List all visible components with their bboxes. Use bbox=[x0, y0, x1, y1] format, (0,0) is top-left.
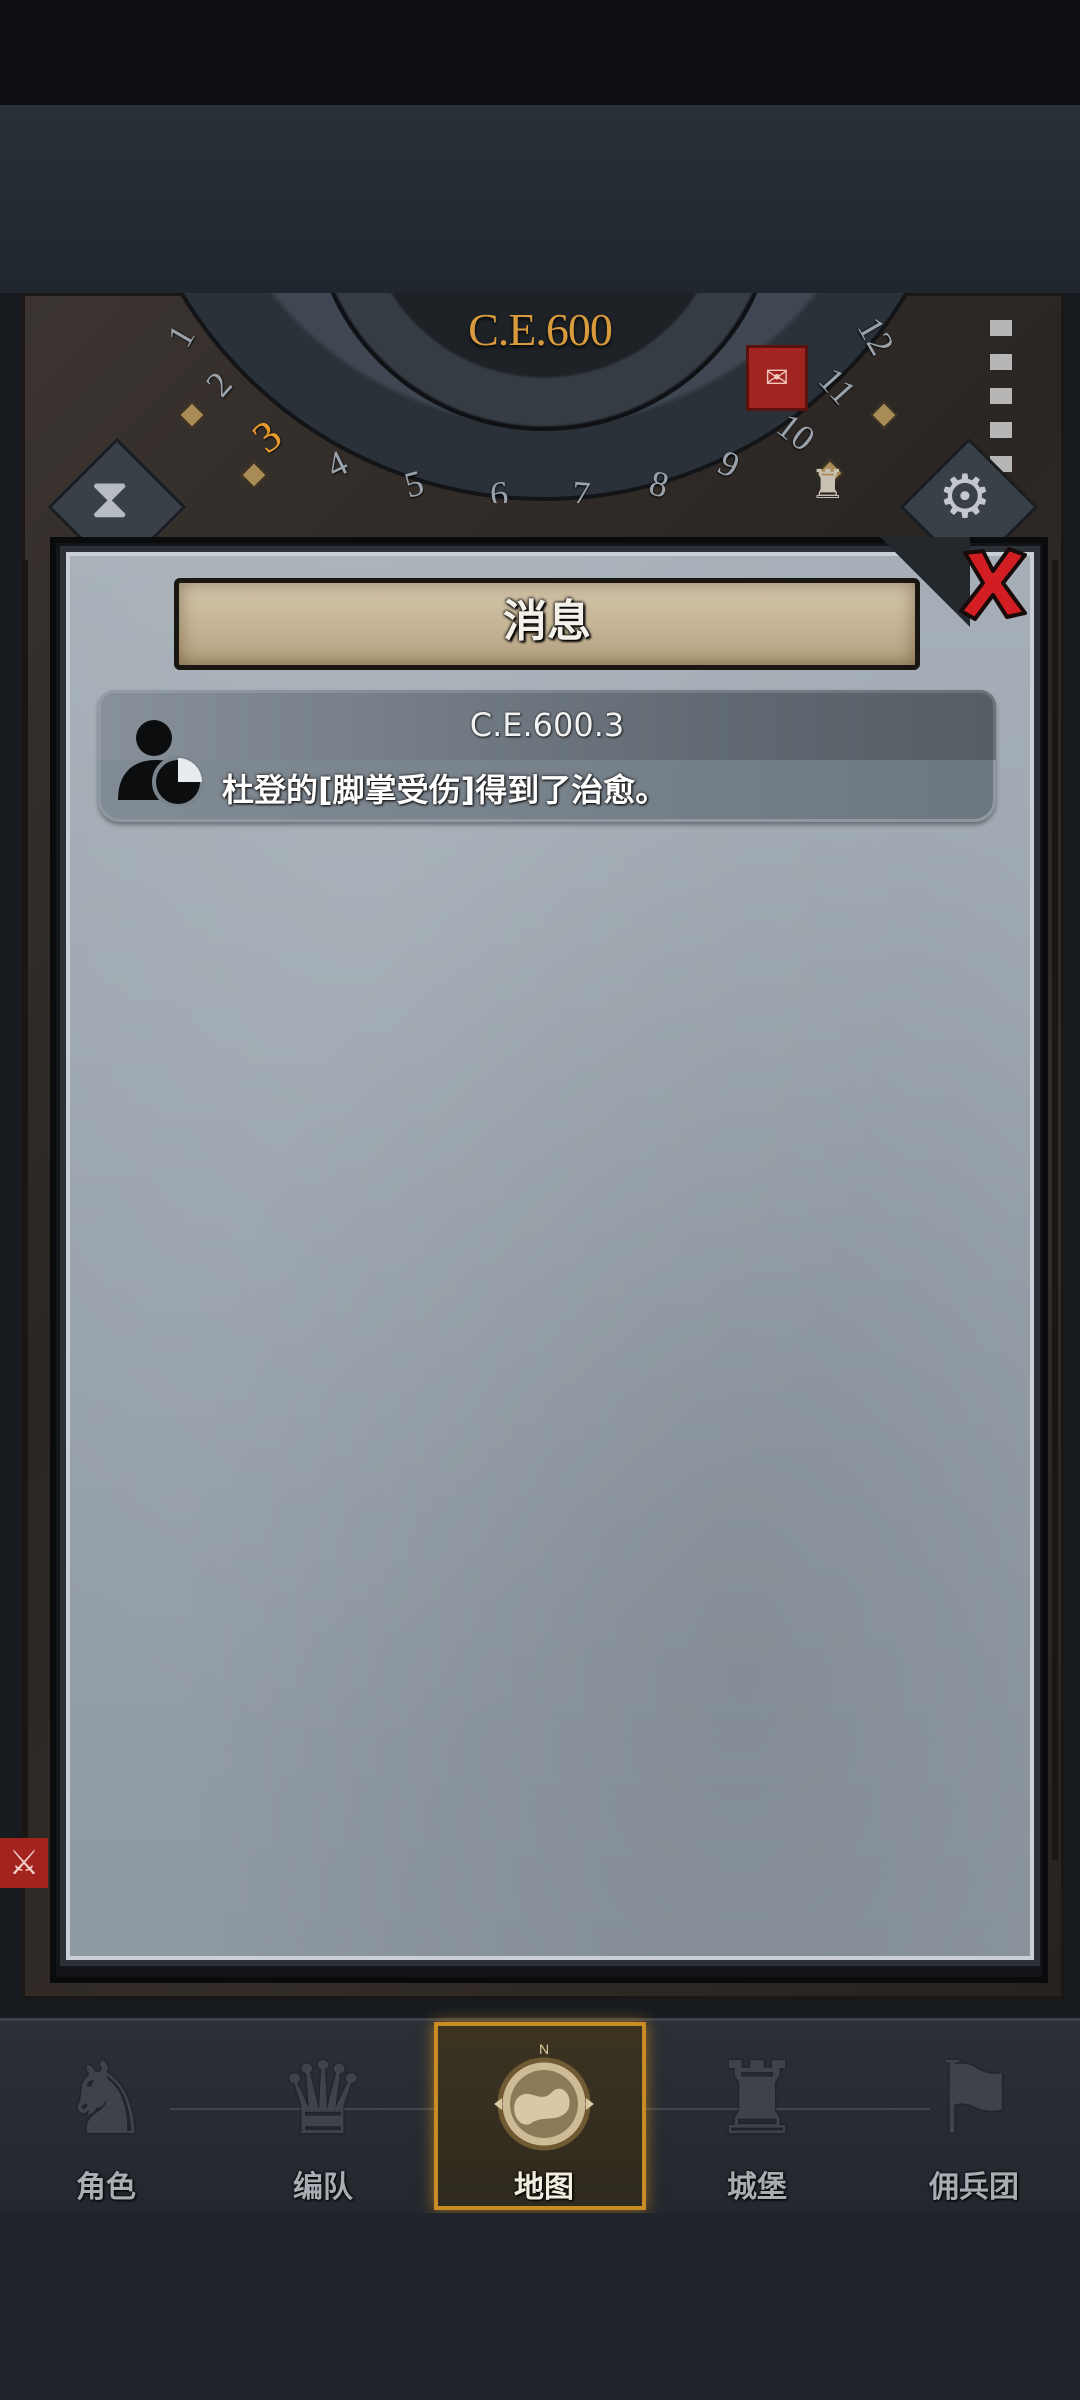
month-3-current: 3 bbox=[243, 410, 291, 463]
knight-icon: ♞ bbox=[61, 2040, 151, 2157]
month-6: 6 bbox=[488, 473, 510, 503]
dial-stud bbox=[177, 400, 207, 430]
nav-tab-label: 编队 bbox=[293, 2170, 353, 2205]
bottom-system-area bbox=[0, 2213, 1080, 2400]
header-band bbox=[0, 105, 1080, 293]
gear-icon: ⚙ bbox=[938, 462, 992, 532]
nav-tab-character[interactable]: ♞ 角色 bbox=[0, 2022, 212, 2210]
nav-tab-mercenary[interactable]: ⚑ 佣兵团 bbox=[868, 2022, 1080, 2210]
map-left-edge bbox=[22, 560, 28, 1860]
message-text: 杜登的[脚掌受伤]得到了治愈。 bbox=[222, 771, 668, 809]
squad-icon: ♛ bbox=[278, 2040, 368, 2157]
castle-icon: ♜ bbox=[712, 2040, 802, 2157]
nav-tab-castle[interactable]: ♜ 城堡 bbox=[651, 2022, 863, 2210]
map-right-edge bbox=[1052, 560, 1058, 1860]
dial-stud bbox=[869, 400, 899, 430]
nav-tab-map[interactable]: N 地图 bbox=[434, 2022, 646, 2210]
hourglass-icon: ⧗ bbox=[90, 466, 130, 531]
tower-icon: ♜ bbox=[810, 462, 846, 508]
close-icon bbox=[959, 547, 1027, 621]
modal-title: 消息 bbox=[503, 596, 591, 647]
svg-text:N: N bbox=[539, 2044, 549, 2057]
compass-map-icon: N bbox=[494, 2044, 594, 2151]
nav-tab-label: 地图 bbox=[514, 2170, 574, 2205]
month-2: 2 bbox=[198, 363, 240, 405]
status-bar-area bbox=[0, 0, 1080, 105]
close-button[interactable] bbox=[953, 543, 1033, 623]
seal-icon: ✉ bbox=[746, 345, 808, 411]
nav-tab-squad[interactable]: ♛ 编队 bbox=[217, 2022, 429, 2210]
nav-tab-label: 城堡 bbox=[727, 2170, 787, 2205]
mercenary-icon: ⚑ bbox=[929, 2040, 1019, 2157]
nav-tab-label: 角色 bbox=[76, 2170, 136, 2205]
month-7: 7 bbox=[570, 473, 592, 503]
battle-badge-icon[interactable]: ⚔ bbox=[0, 1838, 48, 1888]
message-date: C.E.600.3 bbox=[469, 706, 625, 744]
nav-tab-label: 佣兵团 bbox=[929, 2170, 1019, 2205]
calendar-year: C.E.600 bbox=[468, 304, 613, 355]
dial-stud bbox=[239, 460, 269, 490]
